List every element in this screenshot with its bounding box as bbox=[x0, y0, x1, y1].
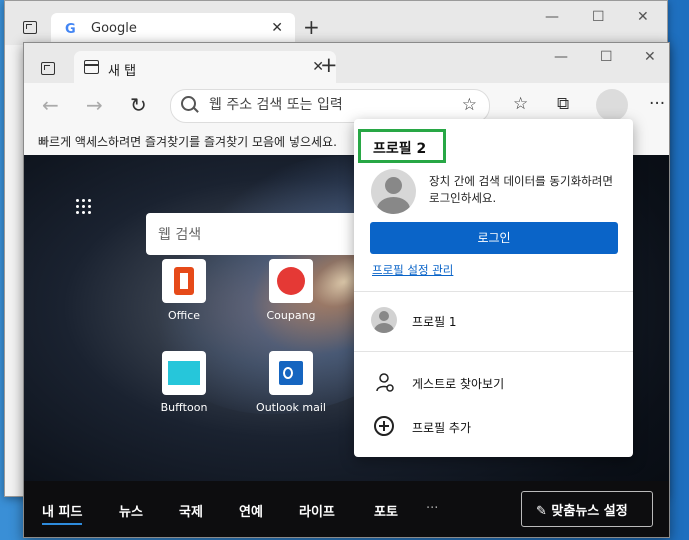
close-window-button[interactable]: ✕ bbox=[637, 9, 649, 25]
nav-photo[interactable]: 포토 bbox=[374, 501, 398, 520]
nav-my-feed[interactable]: 내 피드 bbox=[42, 501, 83, 525]
refresh-button[interactable]: ↻ bbox=[130, 93, 147, 117]
web-search-placeholder: 웹 검색 bbox=[158, 227, 202, 243]
browse-as-guest-item[interactable]: 게스트로 찾아보기 bbox=[412, 375, 504, 392]
nav-more[interactable]: ··· bbox=[426, 501, 438, 516]
news-nav-bar: 내 피드 뉴스 국제 연예 라이프 포토 ··· ✎ 맞춤뉴스 설정 bbox=[24, 481, 669, 537]
tab-actions-icon[interactable] bbox=[23, 21, 37, 34]
tile-label: Office bbox=[167, 309, 201, 322]
divider bbox=[354, 291, 633, 292]
more-options-icon[interactable]: ··· bbox=[649, 94, 665, 114]
tab-google[interactable]: G Google ✕ bbox=[51, 13, 295, 45]
tab-actions-icon[interactable] bbox=[41, 62, 55, 75]
add-profile-icon bbox=[374, 416, 394, 436]
address-input[interactable] bbox=[207, 96, 441, 114]
collections-icon[interactable]: ⧉ bbox=[557, 94, 569, 114]
tile-label: Outlook mail bbox=[256, 401, 326, 414]
search-icon bbox=[181, 96, 196, 111]
profile-button[interactable] bbox=[596, 89, 628, 121]
favorites-icon[interactable]: ☆ bbox=[513, 94, 528, 114]
quick-link-bufftoon[interactable]: Bufftoon bbox=[139, 351, 229, 414]
tile-label: Bufftoon bbox=[160, 401, 208, 414]
tab-new-tab[interactable]: 새 탭 ✕ bbox=[74, 51, 336, 84]
profile-avatar bbox=[371, 169, 416, 214]
guest-profile-icon bbox=[376, 373, 394, 392]
office-icon bbox=[162, 259, 206, 303]
nav-entertainment[interactable]: 연예 bbox=[239, 501, 263, 520]
other-profile-avatar[interactable] bbox=[371, 307, 397, 333]
divider bbox=[354, 351, 633, 352]
tab-title: 새 탭 bbox=[108, 64, 137, 79]
close-tab-icon[interactable]: ✕ bbox=[271, 20, 283, 36]
quick-link-coupang[interactable]: Coupang bbox=[246, 259, 336, 322]
bufftoon-icon bbox=[162, 351, 206, 395]
add-profile-item[interactable]: 프로필 추가 bbox=[412, 419, 471, 436]
nav-world[interactable]: 국제 bbox=[179, 501, 203, 520]
sign-in-button[interactable]: 로그인 bbox=[370, 222, 618, 254]
personalize-news-button[interactable]: ✎ 맞춤뉴스 설정 bbox=[521, 491, 653, 527]
address-bar[interactable]: ☆ bbox=[170, 89, 490, 123]
other-profile-item[interactable]: 프로필 1 bbox=[412, 313, 457, 330]
coupang-icon bbox=[269, 259, 313, 303]
nav-news[interactable]: 뉴스 bbox=[119, 501, 143, 520]
quick-link-office[interactable]: Office bbox=[139, 259, 229, 322]
new-tab-page-icon bbox=[84, 60, 99, 74]
maximize-button[interactable]: ☐ bbox=[600, 49, 613, 65]
profile-flyout: 프로필 2 장치 간에 검색 데이터를 동기화하려면 로그인하세요. 로그인 프… bbox=[354, 119, 633, 457]
personalize-label: ✎ 맞춤뉴스 설정 bbox=[536, 504, 628, 519]
google-icon: G bbox=[65, 22, 76, 37]
sync-description: 장치 간에 검색 데이터를 동기화하려면 로그인하세요. bbox=[429, 174, 613, 205]
web-search-box[interactable]: 웹 검색 bbox=[146, 213, 386, 255]
favorites-bar-hint: 빠르게 액세스하려면 즐겨찾기를 즐겨찾기 모음에 넣으세요. bbox=[38, 135, 337, 149]
tab-bar: 새 탭 ✕ + — ☐ ✕ bbox=[24, 43, 669, 84]
back-tab-bar: G Google ✕ + — ☐ ✕ bbox=[5, 1, 667, 45]
nav-life[interactable]: 라이프 bbox=[299, 501, 335, 520]
profile-name-highlight: 프로필 2 bbox=[358, 129, 446, 163]
outlook-icon bbox=[269, 351, 313, 395]
new-tab-button[interactable]: + bbox=[303, 15, 320, 39]
back-button[interactable]: ← bbox=[42, 93, 59, 117]
tile-label: Coupang bbox=[266, 309, 316, 322]
tab-title: Google bbox=[91, 21, 137, 36]
add-favorite-icon[interactable]: ☆ bbox=[462, 95, 477, 115]
maximize-button[interactable]: ☐ bbox=[592, 9, 605, 25]
new-tab-button[interactable]: + bbox=[320, 53, 338, 77]
profile-name: 프로필 2 bbox=[373, 141, 427, 157]
minimize-button[interactable]: — bbox=[554, 49, 568, 65]
minimize-button[interactable]: — bbox=[545, 9, 559, 25]
close-window-button[interactable]: ✕ bbox=[644, 49, 656, 65]
manage-profile-settings-link[interactable]: 프로필 설정 관리 bbox=[372, 262, 453, 278]
quick-link-outlook[interactable]: Outlook mail bbox=[246, 351, 336, 414]
forward-button[interactable]: → bbox=[86, 93, 103, 117]
